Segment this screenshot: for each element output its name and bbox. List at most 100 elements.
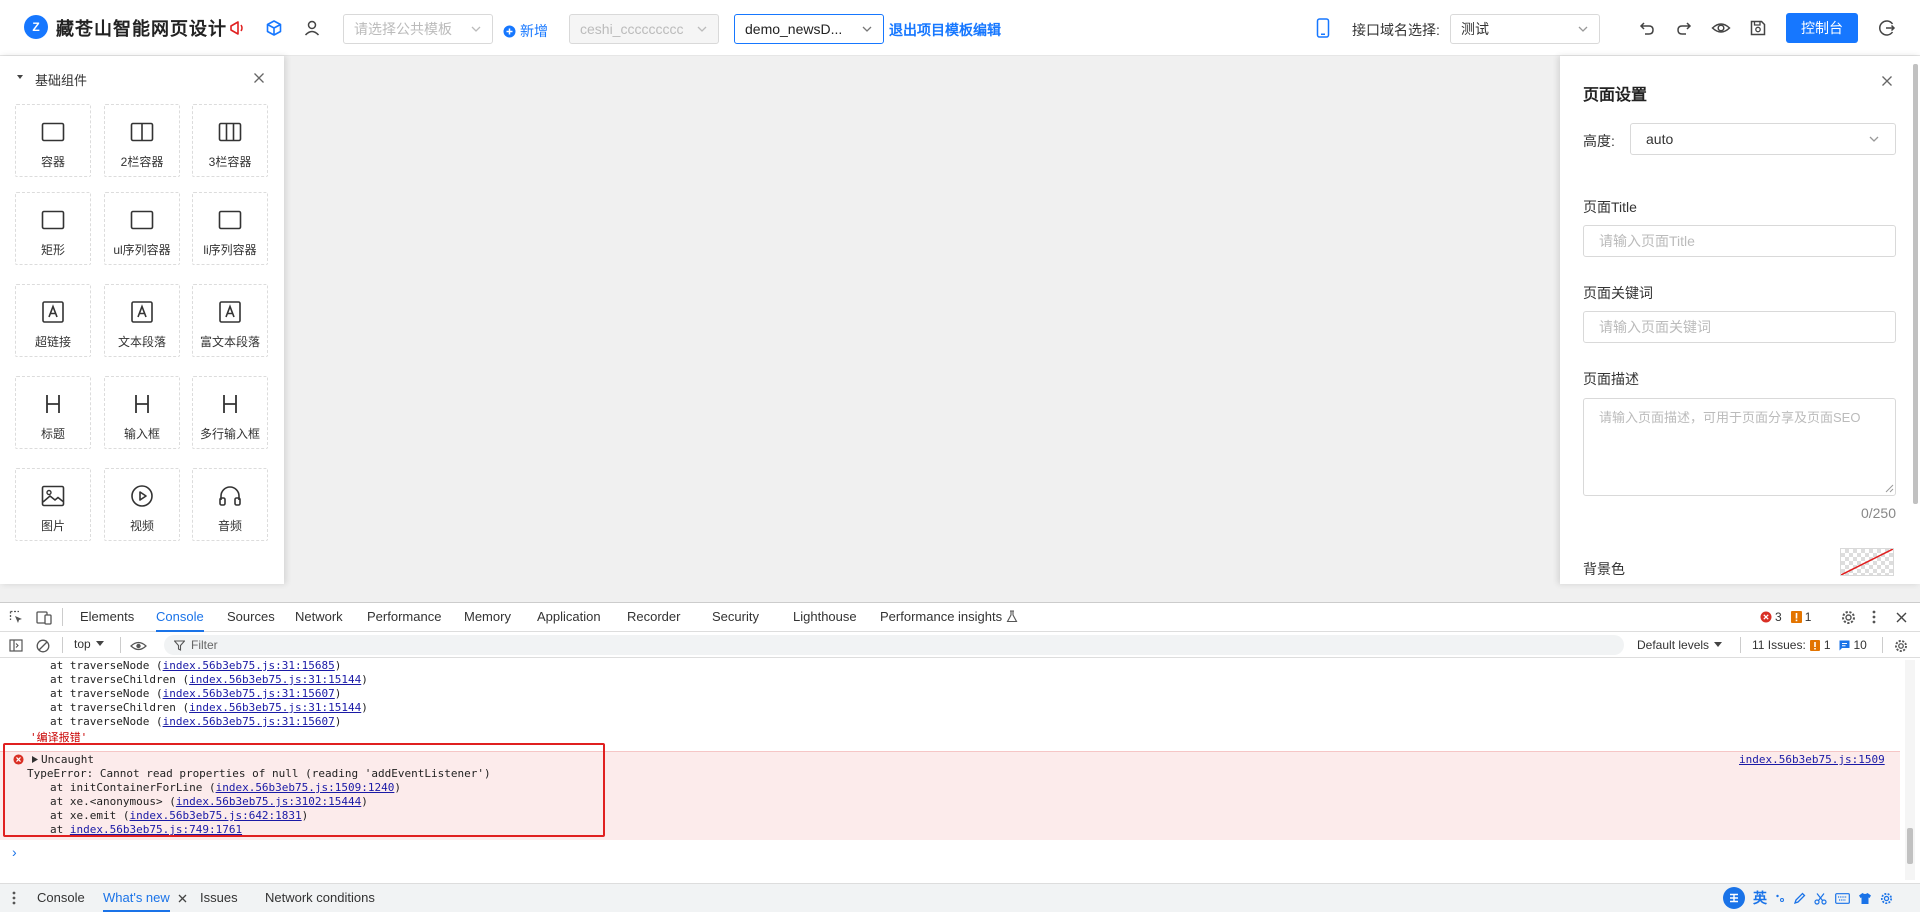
close-devtools-icon[interactable]	[1893, 609, 1909, 625]
drawer-tab-whats-new[interactable]: What's new	[103, 884, 170, 912]
source-link[interactable]: index.56b3eb75.js:31:15607	[163, 715, 335, 728]
tab-application[interactable]: Application	[537, 602, 601, 632]
component-li-list[interactable]: li序列容器	[192, 192, 268, 265]
add-button[interactable]: 新增	[503, 21, 548, 41]
component-container[interactable]: 容器	[15, 104, 91, 177]
panel-scrollbar[interactable]	[1913, 64, 1918, 504]
component-rich-text[interactable]: 富文本段落	[192, 284, 268, 357]
issues-button[interactable]: 11 Issues: 1 10	[1752, 638, 1867, 652]
drawer-tab-network-conditions[interactable]: Network conditions	[265, 884, 375, 912]
redo-icon[interactable]	[1673, 17, 1695, 39]
component-image[interactable]: 图片	[15, 468, 91, 541]
log-levels-select[interactable]: Default levels	[1637, 638, 1723, 652]
component-textarea[interactable]: 多行输入框	[192, 376, 268, 449]
public-template-placeholder: 请选择公共模板	[354, 21, 452, 37]
error-counter[interactable]: 3 1	[1760, 610, 1811, 624]
tab-elements[interactable]: Elements	[80, 602, 134, 632]
device-toolbar-icon[interactable]	[36, 609, 52, 625]
warning-icon	[1790, 611, 1802, 623]
project-select[interactable]: ceshi_ccccccccc	[569, 14, 719, 44]
console-settings-gear-icon[interactable]	[1893, 638, 1908, 653]
description-textarea[interactable]: 请输入页面描述，可用于页面分享及页面SEO	[1583, 398, 1896, 496]
source-link[interactable]: index.56b3eb75.js:31:15144	[189, 673, 361, 686]
logout-icon[interactable]	[1876, 17, 1898, 39]
component-two-column[interactable]: 2栏容器	[104, 104, 180, 177]
sidebar-toggle-icon[interactable]	[8, 638, 23, 653]
tab-performance-insights[interactable]: Performance insights	[880, 602, 1002, 632]
ime-toolbar[interactable]: 英	[1723, 885, 1893, 911]
error-source-link[interactable]: index.56b3eb75.js:1509	[1739, 753, 1885, 766]
context-select[interactable]: top	[74, 637, 104, 651]
chevron-down-icon	[696, 23, 708, 35]
console-scrollbar-thumb[interactable]	[1907, 828, 1913, 864]
bg-color-picker[interactable]	[1840, 548, 1894, 576]
console-button[interactable]: 控制台	[1786, 13, 1858, 43]
live-expression-eye-icon[interactable]	[130, 638, 147, 653]
component-text-paragraph[interactable]: 文本段落	[104, 284, 180, 357]
user-icon[interactable]	[301, 17, 323, 39]
height-label: 高度:	[1583, 133, 1615, 149]
undo-icon[interactable]	[1636, 17, 1658, 39]
tab-network[interactable]: Network	[295, 602, 343, 632]
tab-memory[interactable]: Memory	[464, 602, 511, 632]
ime-settings-icon	[1880, 892, 1893, 905]
mobile-icon[interactable]	[1312, 17, 1334, 39]
page-select[interactable]: demo_newsD...	[734, 14, 884, 44]
component-input[interactable]: 输入框	[104, 376, 180, 449]
preview-eye-icon[interactable]	[1710, 17, 1732, 39]
more-vertical-icon[interactable]	[1866, 609, 1882, 625]
component-label: ul序列容器	[113, 243, 171, 257]
image-icon	[40, 483, 66, 509]
page-title-input[interactable]: 请输入页面Title	[1583, 225, 1896, 257]
save-icon[interactable]	[1747, 17, 1769, 39]
tab-sources[interactable]: Sources	[227, 602, 275, 632]
component-heading[interactable]: 标题	[15, 376, 91, 449]
plus-circle-icon	[503, 25, 516, 38]
tab-console[interactable]: Console	[156, 602, 204, 632]
tab-security[interactable]: Security	[712, 602, 759, 632]
caret-down-icon[interactable]	[16, 73, 24, 81]
settings-gear-icon[interactable]	[1840, 609, 1856, 625]
drawer-tab-issues[interactable]: Issues	[200, 884, 238, 912]
tab-lighthouse[interactable]: Lighthouse	[793, 602, 857, 632]
tab-performance[interactable]: Performance	[367, 602, 441, 632]
console-filter-input[interactable]: Filter	[164, 635, 1624, 655]
component-rectangle[interactable]: 矩形	[15, 192, 91, 265]
component-video[interactable]: 视频	[104, 468, 180, 541]
ime-keyboard-icon	[1835, 892, 1850, 904]
clear-console-icon[interactable]	[35, 638, 50, 653]
source-link[interactable]: index.56b3eb75.js:31:15144	[189, 701, 361, 714]
component-label: 富文本段落	[199, 335, 260, 349]
exit-template-edit-link[interactable]: 退出项目模板编辑	[889, 20, 1001, 40]
caret-down-icon	[1714, 642, 1723, 648]
drawer-tab-console[interactable]: Console	[37, 884, 85, 912]
component-three-column[interactable]: 3栏容器	[192, 104, 268, 177]
drawer-menu-icon[interactable]	[8, 890, 20, 906]
component-label: 视频	[129, 519, 154, 533]
console-prompt[interactable]: ›	[12, 844, 17, 860]
text-paragraph-icon	[129, 299, 155, 325]
public-template-select[interactable]: 请选择公共模板	[343, 14, 493, 44]
close-icon[interactable]	[252, 71, 266, 85]
height-select[interactable]: auto	[1630, 123, 1896, 155]
keywords-input[interactable]: 请输入页面关键词	[1583, 311, 1896, 343]
filter-icon	[174, 639, 185, 651]
component-audio[interactable]: 音频	[192, 468, 268, 541]
close-icon[interactable]	[1879, 73, 1895, 89]
tab-recorder[interactable]: Recorder	[627, 602, 680, 632]
component-label: 矩形	[40, 243, 65, 257]
component-ul-list[interactable]: ul序列容器	[104, 192, 180, 265]
ime-pen-icon	[1793, 892, 1806, 905]
cube-icon[interactable]	[263, 17, 285, 39]
inspect-element-icon[interactable]	[8, 609, 24, 625]
component-link[interactable]: 超链接	[15, 284, 91, 357]
keywords-label: 页面关键词	[1583, 285, 1653, 301]
announcement-icon[interactable]	[226, 17, 248, 39]
domain-select[interactable]: 测试	[1450, 14, 1600, 44]
audio-icon	[217, 483, 243, 509]
source-link[interactable]: index.56b3eb75.js:31:15607	[163, 687, 335, 700]
two-column-icon	[129, 119, 155, 145]
close-tab-icon[interactable]	[176, 892, 188, 904]
resize-handle-icon[interactable]	[1885, 484, 1894, 493]
source-link[interactable]: index.56b3eb75.js:31:15685	[163, 659, 335, 672]
